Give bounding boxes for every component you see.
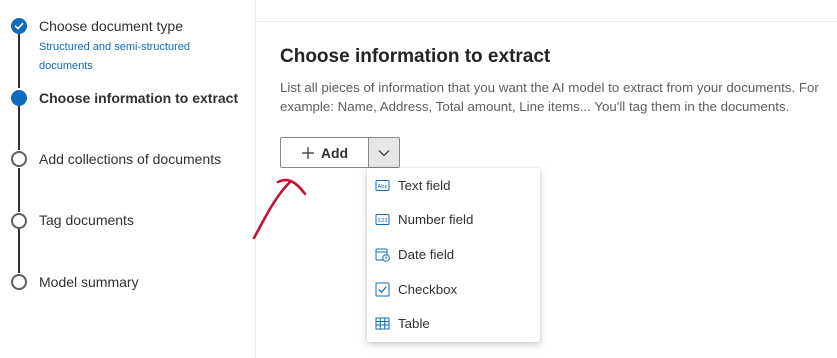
date-field-icon xyxy=(375,248,390,262)
step-label: Choose information to extract xyxy=(39,90,239,106)
checkmark-icon xyxy=(11,18,27,34)
menu-item-label: Checkbox xyxy=(398,282,458,297)
menu-item-checkbox[interactable]: Checkbox xyxy=(367,272,540,306)
header-divider xyxy=(257,21,837,22)
stepper-connector xyxy=(18,168,20,212)
description-line: List all pieces of information that you … xyxy=(280,80,819,95)
description-line: example: Name, Address, Total amount, Li… xyxy=(280,99,790,114)
menu-item-date-field[interactable]: Date field xyxy=(367,237,540,271)
chevron-down-icon xyxy=(378,149,390,156)
menu-item-table[interactable]: Table xyxy=(367,306,540,340)
pending-step-icon xyxy=(11,274,27,290)
text-field-icon: Abc xyxy=(375,180,390,191)
current-step-icon xyxy=(11,90,27,106)
pending-step-icon xyxy=(11,151,27,167)
menu-item-text-field[interactable]: Abc Text field xyxy=(367,168,540,202)
field-type-menu: Abc Text field 123 Number field Date fie… xyxy=(367,168,540,342)
menu-item-label: Date field xyxy=(398,247,455,262)
number-field-icon: 123 xyxy=(375,214,390,225)
stepper-connector xyxy=(18,34,20,88)
plus-icon xyxy=(301,146,314,159)
add-button-label: Add xyxy=(320,144,349,161)
svg-text:123: 123 xyxy=(377,218,388,224)
page-description: List all pieces of information that you … xyxy=(280,78,837,116)
step-label: Tag documents xyxy=(39,212,134,228)
pending-step-icon xyxy=(11,213,27,229)
step-label: Model summary xyxy=(39,274,139,290)
add-dropdown-toggle[interactable] xyxy=(369,138,399,167)
step-label: Choose document type xyxy=(39,18,183,34)
page-title: Choose information to extract xyxy=(280,46,551,67)
wizard-stepper: Choose document type Structured and semi… xyxy=(0,0,256,358)
step-label: Add collections of documents xyxy=(39,151,222,167)
stepper-connector xyxy=(18,106,20,150)
add-button[interactable]: Add xyxy=(281,138,368,167)
menu-item-label: Number field xyxy=(398,212,474,227)
checkbox-icon xyxy=(375,282,390,297)
menu-item-number-field[interactable]: 123 Number field xyxy=(367,202,540,236)
stepper-connector xyxy=(18,229,20,273)
annotation-arrow-icon xyxy=(252,178,307,240)
add-split-button: Add xyxy=(280,137,400,168)
menu-item-label: Table xyxy=(398,316,430,331)
svg-text:Abc: Abc xyxy=(377,184,387,190)
step-sublabel: Structured and semi-structured documents xyxy=(39,41,191,72)
menu-item-label: Text field xyxy=(398,178,451,193)
table-icon xyxy=(375,317,390,330)
